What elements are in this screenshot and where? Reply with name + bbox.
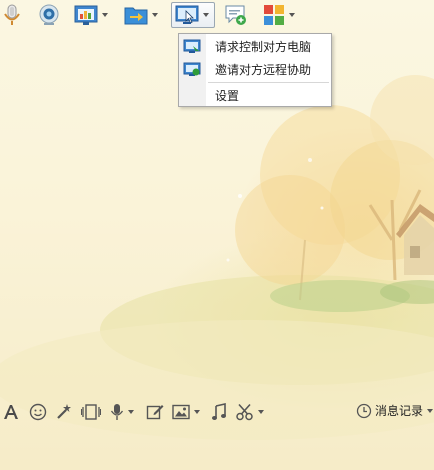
chevron-down-icon[interactable] — [194, 410, 200, 414]
message-history-label: 消息记录 — [375, 404, 424, 418]
apps-grid-icon — [264, 5, 284, 25]
image-button[interactable] — [172, 402, 200, 422]
menu-item-settings[interactable]: 设置 — [179, 85, 331, 107]
menu-item-label: 邀请对方远程协助 — [215, 63, 312, 77]
app-share-button[interactable] — [74, 2, 108, 28]
file-transfer-icon — [124, 7, 148, 25]
menu-item-label: 请求控制对方电脑 — [215, 40, 312, 54]
microphone-button[interactable] — [2, 2, 22, 28]
chevron-down-icon[interactable] — [152, 13, 158, 17]
request-control-icon — [183, 39, 201, 53]
add-chat-button[interactable] — [224, 2, 248, 28]
emoji-button[interactable] — [29, 402, 47, 422]
menu-separator — [208, 82, 329, 83]
shake-window-button[interactable] — [81, 402, 101, 422]
music-button[interactable] — [211, 402, 227, 422]
screenshot-scissors-icon — [236, 403, 253, 421]
menu-item-invite-assist[interactable]: 邀请对方远程协助 — [179, 59, 331, 81]
magic-expression-button[interactable] — [55, 402, 73, 422]
edit-icon — [146, 405, 164, 420]
image-icon — [172, 404, 190, 420]
add-chat-icon — [225, 5, 246, 25]
music-icon — [212, 403, 226, 420]
chevron-down-icon[interactable] — [289, 13, 295, 17]
message-history-button[interactable]: 消息记录 — [356, 402, 434, 419]
remote-assist-menu: 请求控制对方电脑 邀请对方远程协助 设置 — [178, 33, 332, 107]
menu-item-request-control[interactable]: 请求控制对方电脑 — [179, 36, 331, 58]
chevron-down-icon[interactable] — [203, 13, 209, 17]
edit-button[interactable] — [146, 402, 164, 422]
clock-icon — [356, 403, 372, 418]
font-button[interactable] — [3, 402, 19, 422]
screenshot-button[interactable] — [236, 402, 264, 422]
chevron-down-icon[interactable] — [258, 410, 264, 414]
file-transfer-button[interactable] — [124, 2, 158, 28]
top-toolbar — [0, 0, 434, 32]
remote-desktop-icon — [175, 5, 199, 24]
shake-window-icon — [81, 404, 101, 420]
emoji-icon — [29, 403, 47, 421]
chevron-down-icon[interactable] — [128, 410, 134, 414]
voice-message-icon — [110, 404, 124, 420]
invite-assist-icon — [183, 62, 201, 76]
remote-desktop-button[interactable] — [171, 2, 215, 28]
webcam-button[interactable] — [38, 2, 60, 28]
app-share-icon — [74, 5, 98, 25]
voice-message-button[interactable] — [110, 402, 134, 422]
microphone-icon — [4, 4, 20, 25]
apps-button[interactable] — [263, 2, 295, 28]
magic-wand-icon — [57, 404, 71, 419]
font-icon — [4, 405, 18, 419]
webcam-icon — [39, 4, 59, 25]
chevron-down-icon[interactable] — [427, 408, 434, 413]
chevron-down-icon[interactable] — [102, 13, 108, 17]
menu-item-label: 设置 — [215, 89, 240, 103]
